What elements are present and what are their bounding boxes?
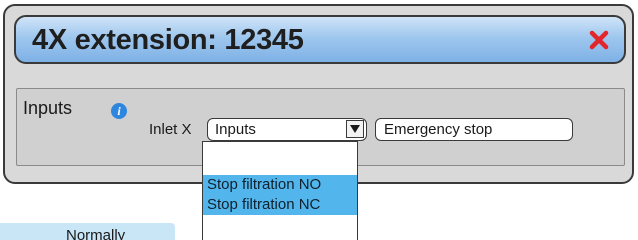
dialog-title: 4X extension: 12345 [32,24,304,56]
dialog-title-bar: 4X extension: 12345 [14,15,626,64]
inlet-type-select-value: Inputs [215,121,256,138]
background-tab-label: Normally [66,227,126,240]
section-label-inputs: Inputs [23,98,73,118]
inlet-type-select[interactable]: Inputs [207,118,367,141]
dropdown-option-blank[interactable] [203,150,357,170]
triangle-down-icon[interactable] [346,120,364,138]
inlet-name-field[interactable]: Emergency stop [375,118,573,141]
background-tab[interactable]: Normally [0,223,175,240]
dropdown-option-stop-filtration-nc[interactable]: Stop filtration NC [203,195,357,215]
inlet-type-dropdown-list: Stop filtration NO Stop filtration NC [202,141,358,240]
inlet-x-label: Inlet X [149,121,192,138]
close-x-icon[interactable] [588,29,610,51]
dropdown-option-stop-filtration-no[interactable]: Stop filtration NO [203,175,357,195]
info-icon[interactable]: i [111,103,127,119]
